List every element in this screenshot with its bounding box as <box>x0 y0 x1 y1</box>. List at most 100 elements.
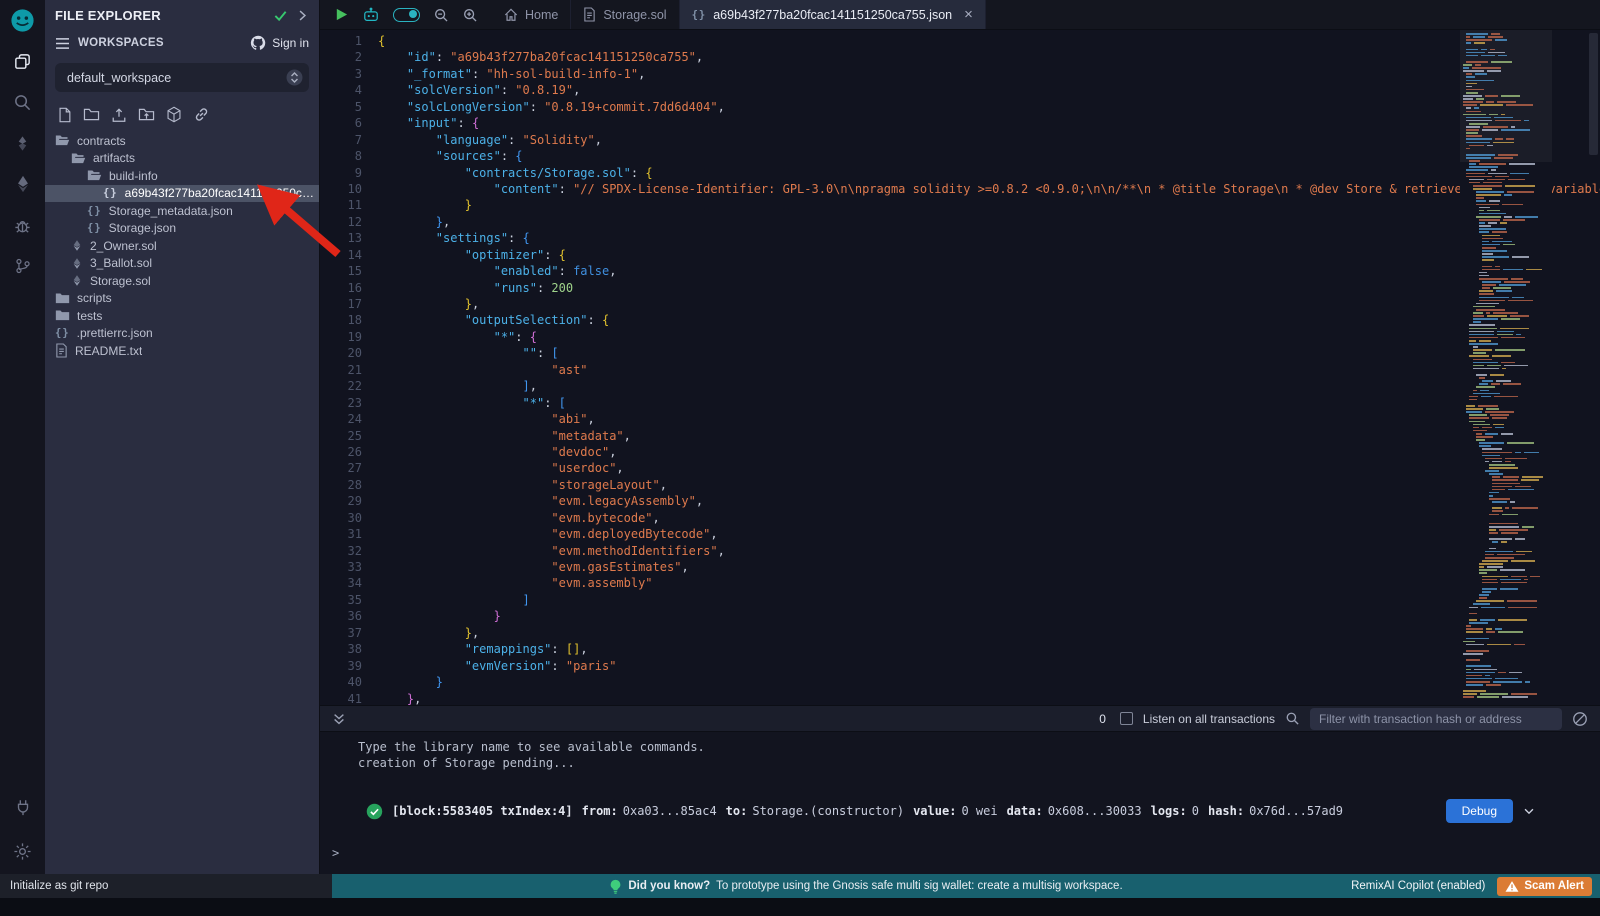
code-line[interactable]: 3 "_format": "hh-sol-build-info-1", <box>320 66 1600 82</box>
tab-a69b43f277ba20fcac141151250ca755-json[interactable]: {}a69b43f277ba20fcac141151250ca755.json× <box>680 0 986 29</box>
tree-item-build-info[interactable]: build-info <box>45 167 319 185</box>
editor-mode-toggle[interactable] <box>393 8 420 22</box>
publish-gist-button[interactable] <box>166 106 182 123</box>
deploy-and-run-button[interactable] <box>8 169 38 199</box>
code-line[interactable]: 28 "storageLayout", <box>320 477 1600 493</box>
clear-console-icon[interactable] <box>1572 711 1588 727</box>
code-line[interactable]: 16 "runs": 200 <box>320 280 1600 296</box>
tree-item-prettierrc-json[interactable]: {}.prettierrc.json <box>45 325 319 343</box>
code-line[interactable]: 11 } <box>320 197 1600 213</box>
code-line[interactable]: 1{ <box>320 33 1600 49</box>
terminal-prompt[interactable]: > <box>332 846 339 860</box>
listen-transactions-checkbox[interactable] <box>1120 712 1133 725</box>
tree-item-2-owner-sol[interactable]: 2_Owner.sol <box>45 237 319 255</box>
code-line[interactable]: 10 "content": "// SPDX-License-Identifie… <box>320 181 1600 197</box>
workspace-select[interactable]: default_workspace <box>55 63 309 92</box>
tree-item-readme-txt[interactable]: README.txt <box>45 342 319 360</box>
zoom-in-button[interactable] <box>462 7 478 23</box>
search-button[interactable] <box>8 87 38 117</box>
tab-storage-sol[interactable]: Storage.sol <box>571 0 679 29</box>
code-line[interactable]: 27 "userdoc", <box>320 460 1600 476</box>
code-line[interactable]: 23 "*": [ <box>320 395 1600 411</box>
editor[interactable]: 1{2 "id": "a69b43f277ba20fcac141151250ca… <box>320 30 1600 705</box>
tree-item-3-ballot-sol[interactable]: 3_Ballot.sol <box>45 255 319 273</box>
code-line[interactable]: 25 "metadata", <box>320 428 1600 444</box>
code-line[interactable]: 5 "solcLongVersion": "0.8.19+commit.7dd6… <box>320 99 1600 115</box>
toggle-terminal-icon[interactable] <box>332 712 346 726</box>
upload-folder-button[interactable] <box>138 107 155 122</box>
code-line[interactable]: 32 "evm.methodIdentifiers", <box>320 543 1600 559</box>
code-line[interactable]: 12 }, <box>320 214 1600 230</box>
tree-item-artifacts[interactable]: artifacts <box>45 150 319 168</box>
tree-item-contracts[interactable]: contracts <box>45 132 319 150</box>
code-line[interactable]: 34 "evm.assembly" <box>320 575 1600 591</box>
close-tab-icon[interactable]: × <box>964 7 973 22</box>
scam-alert-badge[interactable]: Scam Alert <box>1497 877 1592 896</box>
code-line[interactable]: 31 "evm.deployedBytecode", <box>320 526 1600 542</box>
code-line[interactable]: 38 "remappings": [], <box>320 641 1600 657</box>
transaction-log-row[interactable]: [block:5583405 txIndex:4]from:0xa03...85… <box>320 795 1600 827</box>
code-line[interactable]: 26 "devdoc", <box>320 444 1600 460</box>
code-line[interactable]: 33 "evm.gasEstimates", <box>320 559 1600 575</box>
code-line[interactable]: 4 "solcVersion": "0.8.19", <box>320 82 1600 98</box>
code-line[interactable]: 22 ], <box>320 378 1600 394</box>
code-line[interactable]: 14 "optimizer": { <box>320 247 1600 263</box>
transaction-filter-input[interactable] <box>1310 708 1562 730</box>
editor-scrollbar[interactable] <box>1589 33 1598 155</box>
tree-item-storage-metadata-json[interactable]: {}Storage_metadata.json <box>45 202 319 220</box>
code-line[interactable]: 8 "sources": { <box>320 148 1600 164</box>
code-line[interactable]: 40 } <box>320 674 1600 690</box>
tree-item-tests[interactable]: tests <box>45 307 319 325</box>
code-line[interactable]: 21 "ast" <box>320 362 1600 378</box>
code-line[interactable]: 39 "evmVersion": "paris" <box>320 658 1600 674</box>
solidity-compiler-button[interactable] <box>8 128 38 158</box>
debugger-button[interactable] <box>8 210 38 240</box>
expand-transaction-icon[interactable] <box>1522 804 1536 818</box>
remix-logo-button[interactable] <box>8 5 38 35</box>
code-line[interactable]: 18 "outputSelection": { <box>320 312 1600 328</box>
code-line[interactable]: 29 "evm.legacyAssembly", <box>320 493 1600 509</box>
sign-in-button[interactable]: Sign in <box>250 35 309 51</box>
run-script-button[interactable] <box>334 7 349 22</box>
workspaces-menu-icon[interactable] <box>55 37 70 50</box>
code-line[interactable]: 35 ] <box>320 592 1600 608</box>
new-file-button[interactable] <box>57 107 72 123</box>
code-line[interactable]: 41 }, <box>320 691 1600 706</box>
code-line[interactable]: 30 "evm.bytecode", <box>320 510 1600 526</box>
code-line[interactable]: 19 "*": { <box>320 329 1600 345</box>
code-line[interactable]: 7 "language": "Solidity", <box>320 132 1600 148</box>
upload-file-button[interactable] <box>111 107 127 123</box>
panel-header: FILE EXPLORER <box>45 0 319 30</box>
debug-button[interactable]: Debug <box>1446 799 1513 823</box>
chevron-right-icon[interactable] <box>296 9 309 22</box>
code-line[interactable]: 24 "abi", <box>320 411 1600 427</box>
code-line[interactable]: 36 } <box>320 608 1600 624</box>
listen-transactions-label[interactable]: Listen on all transactions <box>1143 712 1275 726</box>
code-line[interactable]: 17 }, <box>320 296 1600 312</box>
code-line[interactable]: 37 }, <box>320 625 1600 641</box>
settings-button[interactable] <box>8 836 38 866</box>
tx-field-label: logs: <box>1151 804 1187 818</box>
tree-item-a69b43f277ba20fcac141151250ca7[interactable]: {}a69b43f277ba20fcac141151250ca7... <box>45 185 319 203</box>
zoom-out-button[interactable] <box>433 7 449 23</box>
tab-home[interactable]: Home <box>492 0 571 29</box>
code-line[interactable]: 2 "id": "a69b43f277ba20fcac141151250ca75… <box>320 49 1600 65</box>
plugin-manager-button[interactable] <box>8 792 38 822</box>
git-status-item[interactable]: Initialize as git repo <box>0 874 332 898</box>
code-line[interactable]: 9 "contracts/Storage.sol": { <box>320 165 1600 181</box>
remix-ai-button[interactable] <box>362 7 380 23</box>
new-folder-button[interactable] <box>83 107 100 122</box>
tree-item-storage-sol[interactable]: Storage.sol <box>45 272 319 290</box>
code-line[interactable]: 15 "enabled": false, <box>320 263 1600 279</box>
link-button[interactable] <box>193 106 210 123</box>
file-explorer-button[interactable] <box>8 46 38 76</box>
code-line[interactable]: 13 "settings": { <box>320 230 1600 246</box>
git-button[interactable] <box>8 251 38 281</box>
terminal[interactable]: Type the library name to see available c… <box>320 732 1600 874</box>
copilot-status[interactable]: RemixAI Copilot (enabled) <box>1351 880 1485 892</box>
code-line[interactable]: 20 "": [ <box>320 345 1600 361</box>
tree-item-scripts[interactable]: scripts <box>45 290 319 308</box>
tree-item-storage-json[interactable]: {}Storage.json <box>45 220 319 238</box>
code-line[interactable]: 6 "input": { <box>320 115 1600 131</box>
minimap[interactable] <box>1460 30 1552 705</box>
